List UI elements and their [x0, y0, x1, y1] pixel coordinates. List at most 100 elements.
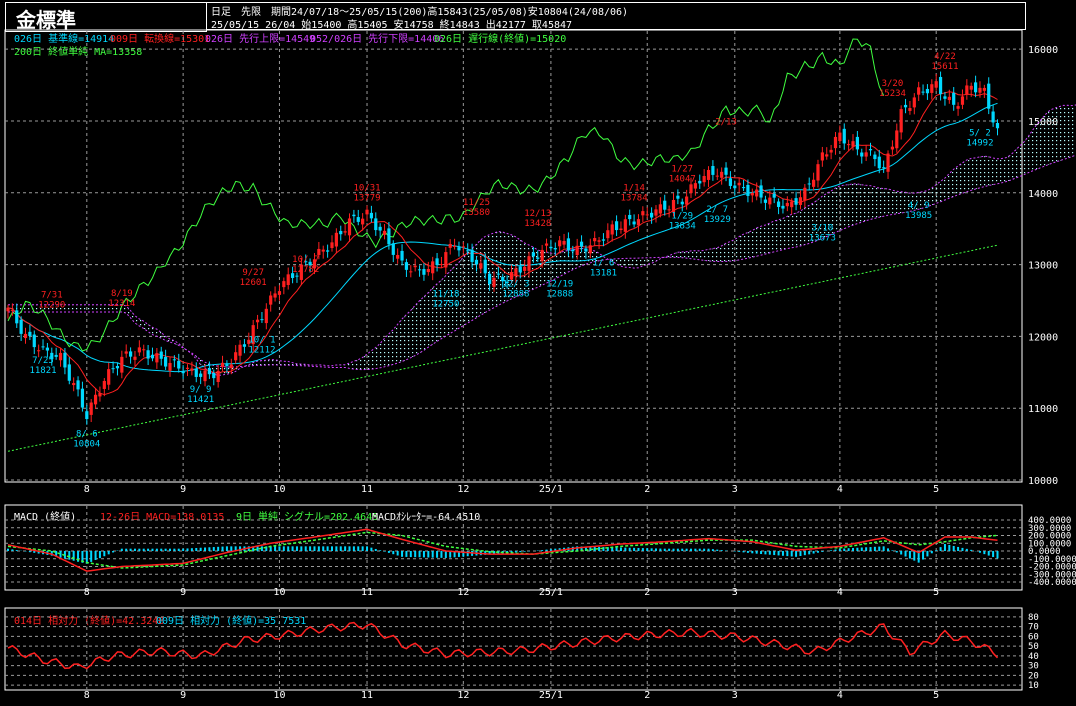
annotation-date-8: 10/31	[353, 184, 380, 194]
candle-body-133	[588, 245, 592, 254]
candle-body-78	[347, 218, 352, 236]
candle-body-101	[448, 243, 452, 248]
candle-body-18	[85, 411, 89, 420]
candle-body-213	[938, 76, 943, 95]
rsi-ytick-80: 80	[1028, 613, 1039, 623]
annotation-value-21: 15234	[879, 89, 906, 99]
ichimoku-cloud	[8, 104, 1076, 376]
annotation-value-19: 13929	[704, 215, 731, 225]
candle-body-156	[689, 184, 693, 194]
candle-body-160	[706, 169, 711, 180]
candle-body-140	[619, 228, 623, 230]
annotation-date-2: 8/ 6	[76, 429, 98, 439]
candle-body-183	[807, 183, 811, 185]
annotation-date-11: 12/ 3	[502, 280, 529, 290]
candle-body-166	[733, 185, 737, 189]
annotation-value-1: 11821	[29, 366, 56, 376]
candle-body-19	[89, 402, 93, 415]
rsi-xtick-2: 2	[644, 690, 650, 701]
candle-body-51	[229, 364, 233, 369]
candle-body-21	[98, 393, 102, 397]
candle-body-127	[562, 241, 566, 245]
annotation-date-12: 12/13	[524, 209, 551, 219]
candle-body-3	[19, 319, 23, 334]
candle-body-42	[190, 368, 194, 371]
candle-body-214	[943, 96, 947, 99]
annotation-date-15: 1/14	[623, 183, 645, 193]
candle-body-131	[579, 241, 584, 247]
annotation-date-7: 10/ 1	[248, 335, 275, 345]
candle-body-210	[925, 88, 930, 94]
annotation-value-11: 12888	[502, 290, 529, 300]
candle-body-63	[282, 281, 286, 288]
candle-body-87	[387, 228, 391, 245]
candle-body-150	[663, 200, 667, 210]
candle-body-108	[479, 263, 483, 269]
main-xtick-3: 3	[732, 484, 738, 495]
candle-body-31	[142, 349, 146, 351]
annotation-value-5: 12601	[240, 278, 267, 288]
main-xtick-12: 12	[457, 484, 469, 495]
candle-body-30	[137, 347, 141, 353]
rsi-ytick-50: 50	[1028, 642, 1039, 652]
candle-body-118	[523, 266, 527, 271]
candle-body-145	[641, 211, 645, 216]
annotation-date-23: 4/22	[934, 52, 956, 62]
annotation-value-8: 13779	[353, 194, 380, 204]
candle-body-177	[781, 205, 785, 209]
annotation-date-3: 8/19	[111, 289, 133, 299]
candle-body-218	[960, 96, 965, 105]
candle-body-34	[155, 353, 159, 363]
candle-body-97	[431, 261, 435, 274]
candle-body-182	[803, 187, 807, 201]
candle-body-109	[483, 259, 487, 274]
candle-body-190	[838, 132, 842, 142]
candle-body-142	[628, 214, 632, 220]
annotation-date-10: 11/25	[463, 198, 490, 208]
candle-body-146	[645, 214, 649, 216]
candle-body-201	[886, 153, 890, 172]
candle-body-125	[553, 247, 557, 250]
candle-body-81	[361, 218, 365, 225]
candle-body-211	[930, 84, 934, 93]
candle-body-158	[698, 180, 702, 184]
candle-body-90	[400, 250, 404, 261]
rsi-xtick-12: 12	[457, 690, 469, 701]
candle-body-223	[982, 87, 986, 91]
annotation-value-4: 11421	[187, 395, 214, 405]
rsi-ytick-20: 20	[1028, 671, 1039, 681]
candle-body-143	[632, 221, 636, 225]
annotation-value-13: 12888	[546, 290, 573, 300]
candle-body-206	[908, 108, 912, 111]
candle-body-194	[855, 136, 859, 150]
candle-body-139	[614, 221, 619, 231]
candle-body-165	[728, 178, 733, 186]
candle-body-208	[917, 87, 921, 95]
candle-body-167	[737, 182, 741, 186]
candle-body-89	[396, 254, 400, 259]
candle-body-84	[374, 218, 378, 231]
candle-body-119	[527, 256, 531, 271]
candle-body-215	[947, 96, 951, 101]
candle-body-26	[120, 356, 124, 373]
candle-body-86	[382, 230, 387, 235]
candle-body-103	[457, 247, 461, 251]
annotation-date-17: 1/29	[671, 212, 693, 222]
candle-body-96	[426, 268, 430, 273]
candle-body-164	[724, 167, 728, 175]
annotation-value-2: 10804	[73, 439, 100, 449]
macd-xtick-9: 9	[180, 587, 186, 598]
annotation-date-1: 7/25	[32, 356, 54, 366]
rsi-xtick-4: 4	[837, 690, 843, 701]
candle-body-71	[317, 248, 321, 255]
rsi-ytick-60: 60	[1028, 632, 1039, 642]
annotation-value-7: 12112	[248, 345, 275, 355]
candle-body-45	[203, 370, 207, 382]
candle-body-162	[715, 175, 719, 177]
candle-body-35	[159, 351, 163, 359]
main-xtick-8: 8	[84, 484, 90, 495]
candle-body-136	[601, 239, 606, 241]
macd-xtick-4: 4	[837, 587, 843, 598]
main-xtick-25/1: 25/1	[539, 484, 563, 495]
annotation-value-12: 13428	[524, 219, 551, 229]
